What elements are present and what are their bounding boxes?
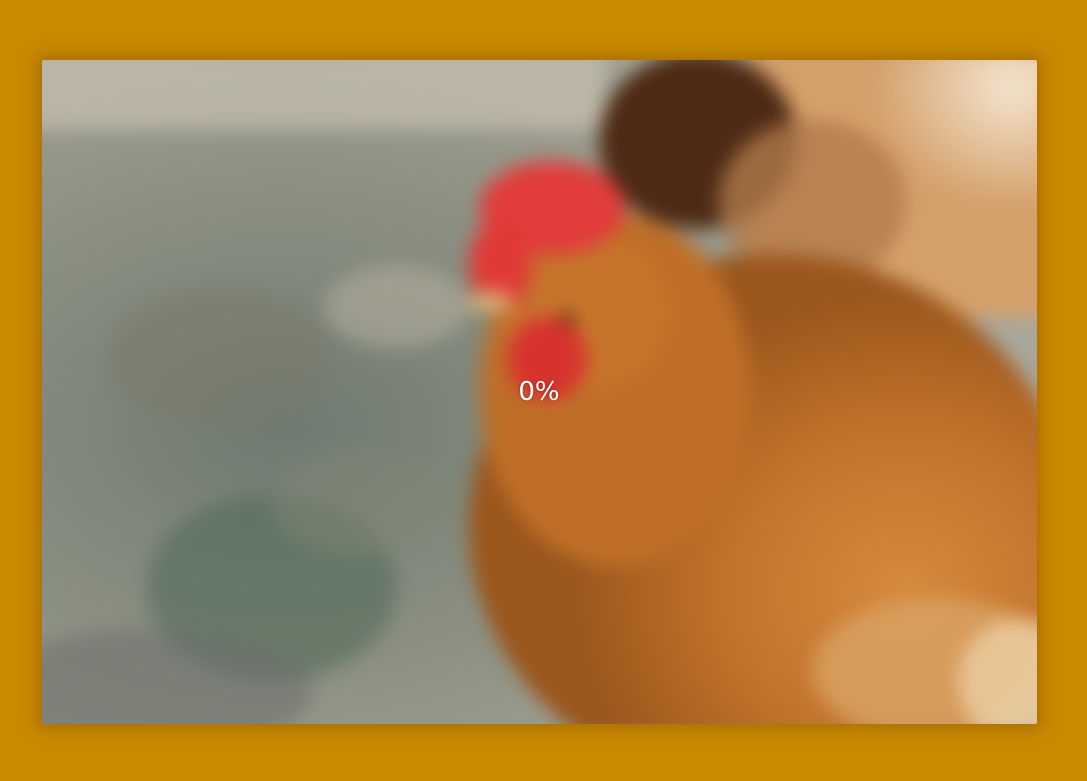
loading-frame: 0% — [0, 0, 1087, 781]
loading-progress-text: 0% — [518, 377, 560, 407]
